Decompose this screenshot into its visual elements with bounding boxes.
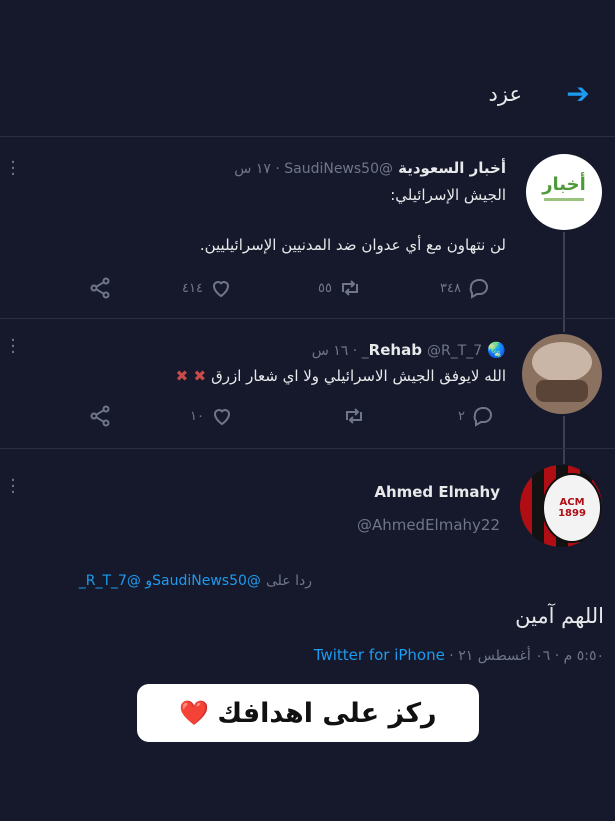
tweet-1-header: أخبار السعودية @SaudiNews50 · ١٧ س	[150, 158, 506, 177]
crest-text: ACM 1899	[558, 497, 586, 519]
tweet-2-header: 🌏 Rehab @R_T_7_ · ١٦ س	[200, 340, 506, 359]
like-button[interactable]: ٤١٤	[182, 276, 233, 300]
like-count: ٤١٤	[182, 280, 203, 296]
globe-icon: 🌏	[487, 341, 506, 359]
retweet-button[interactable]	[342, 404, 366, 428]
share-icon	[90, 277, 110, 299]
focused-tweet-text: اللهم آمين	[515, 604, 604, 628]
like-count: ١٠	[190, 408, 204, 424]
reply-button[interactable]: ٣٤٨	[440, 276, 491, 300]
retweet-icon	[346, 408, 362, 424]
retweet-button[interactable]: ٥٥	[318, 276, 362, 300]
cross-marks: ✖ ✖	[175, 367, 207, 385]
reply-button[interactable]: ٢	[458, 404, 495, 428]
tweet-source[interactable]: Twitter for iPhone	[314, 646, 445, 664]
more-options-icon[interactable]: · · ·	[6, 154, 20, 184]
tweet-author-name[interactable]: أخبار السعودية	[398, 159, 506, 177]
crest-badge: ACM 1899	[542, 473, 602, 543]
reply-to-line: ردا على @SaudiNews50و @R_T_7_	[0, 570, 312, 589]
header-divider	[0, 136, 615, 137]
tweet-timestamp-line: ٥:٥٠ م · ٠٦ أغسطس ٢١ · Twitter for iPhon…	[240, 646, 604, 664]
tweet-author-name[interactable]: Rehab	[369, 341, 422, 359]
avatar-photo-shape	[532, 342, 592, 382]
caption-banner: ركز على اهدافك ❤️	[137, 684, 479, 742]
like-button[interactable]: ١٠	[190, 404, 234, 428]
reply-icon	[469, 279, 488, 299]
retweet-count: ٥٥	[318, 280, 332, 296]
thread-line-1	[563, 232, 565, 332]
share-button[interactable]	[88, 404, 112, 428]
avatar-saudinews[interactable]: أخبار	[526, 154, 602, 230]
reply-count: ٢	[458, 408, 465, 424]
share-icon	[90, 405, 110, 427]
tweet-timestamp: ٥:٥٠ م · ٠٦ أغسطس ٢١ ·	[444, 648, 604, 664]
tweet-handle-time[interactable]: @SaudiNews50 · ١٧ س	[234, 161, 393, 177]
reply-to-prefix: ردا على	[266, 573, 312, 589]
focused-author-name[interactable]: Ahmed Elmahy	[300, 482, 500, 501]
more-options-icon[interactable]: · · ·	[6, 472, 20, 502]
avatar-logo-text: أخبار	[542, 174, 586, 195]
avatar-ac-milan-crest[interactable]: ACM 1899	[520, 465, 602, 547]
reply-icon	[473, 407, 492, 427]
tweet-1-line-1: الجيش الإسرائيلي:	[390, 186, 506, 204]
tweet-2-text-row: الله لايوفق الجيش الاسرائيلي ولا اي شعار…	[110, 366, 506, 385]
avatar-rehab[interactable]	[522, 334, 602, 414]
focused-author-handle[interactable]: @AhmedElmahy22	[300, 516, 500, 534]
reply-to-handles[interactable]: @SaudiNews50و @R_T_7_	[79, 573, 261, 589]
caption-text: ركز على اهدافك	[217, 697, 437, 729]
heart-icon	[212, 281, 229, 298]
tweet-1-line-2: لن نتهاون مع أي عدوان ضد المدنيين الإسرا…	[199, 236, 506, 254]
back-arrow-icon[interactable]: ➔	[560, 78, 596, 110]
retweet-icon	[341, 280, 358, 296]
heart-icon	[213, 409, 230, 426]
header-title: عزد	[488, 82, 522, 106]
more-options-icon[interactable]: · · ·	[6, 332, 20, 362]
tweet-2-text: الله لايوفق الجيش الاسرائيلي ولا اي شعار…	[211, 367, 506, 385]
thread-line-2	[563, 416, 565, 464]
reply-count: ٣٤٨	[440, 280, 461, 296]
tweet-divider	[0, 318, 615, 319]
avatar-photo-shape-2	[536, 380, 588, 402]
tweet-divider	[0, 448, 615, 449]
avatar-logo-underline	[544, 198, 584, 201]
heart-emoji-icon: ❤️	[179, 699, 210, 727]
share-button[interactable]	[88, 276, 112, 300]
